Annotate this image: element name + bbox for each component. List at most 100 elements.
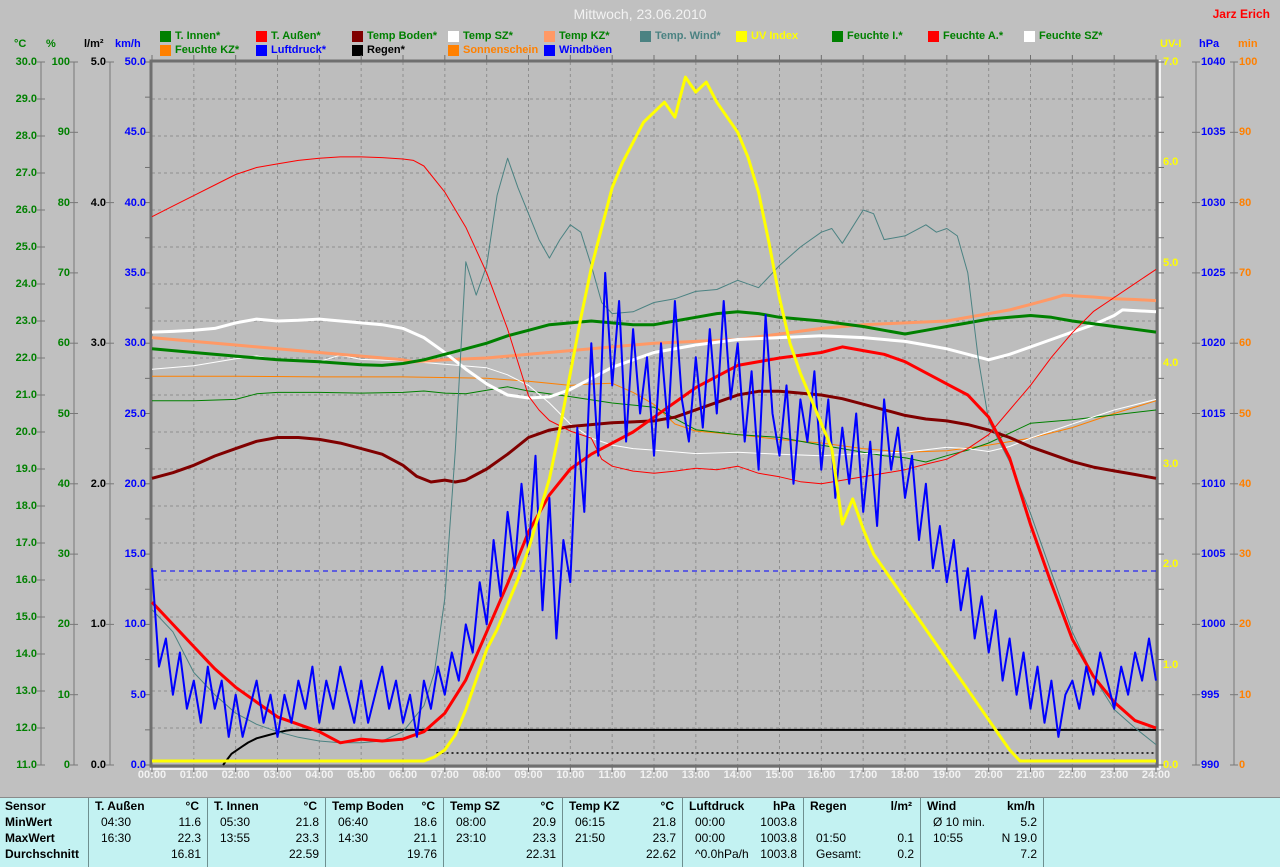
tick-c: 14.0 (0, 649, 37, 660)
x-tick-label: 09:00 (509, 769, 549, 781)
sensor-name: Temp Boden (332, 798, 404, 814)
stat-value: 11.6 (179, 814, 201, 830)
stats-table: SensorMinWertMaxWertDurchschnittT. Außen… (0, 797, 1280, 867)
stat-value: 20.9 (533, 814, 556, 830)
tick-lm2: 5.0 (63, 57, 106, 68)
table-group-temp-sz: Temp SZ °C 08:00 20.923:1023.322.31 (443, 798, 562, 867)
tick-min: 30 (1239, 549, 1280, 560)
stat-value: N 19.0 (1002, 830, 1037, 846)
tick-kmh: 15.0 (103, 549, 146, 560)
tick-kmh: 35.0 (103, 268, 146, 279)
sensor-unit: l/m² (891, 798, 912, 814)
table-row-labels: SensorMinWertMaxWertDurchschnitt (0, 798, 88, 867)
stat-value: 5.2 (1020, 814, 1037, 830)
tick-kmh: 10.0 (103, 619, 146, 630)
stat-time: 21:50 (575, 830, 605, 846)
sensor-unit: hPa (773, 798, 795, 814)
tick-uv: 2.0 (1163, 559, 1207, 570)
stat-value: 22.3 (178, 830, 201, 846)
stat-time: 05:30 (220, 814, 250, 830)
stat-row: 22.31 (444, 846, 562, 862)
stat-value: 23.3 (533, 830, 556, 846)
tick-lm2: 1.0 (63, 619, 106, 630)
stat-value: 0.2 (897, 846, 914, 862)
stat-value: 23.7 (653, 830, 676, 846)
stat-time: 10:55 (933, 830, 963, 846)
tick-min: 80 (1239, 198, 1280, 209)
stat-value: 21.8 (296, 814, 319, 830)
tick-kmh: 45.0 (103, 127, 146, 138)
stat-time: 01:50 (816, 830, 846, 846)
tick-c: 19.0 (0, 464, 37, 475)
stat-time: 08:00 (456, 814, 486, 830)
tick-c: 29.0 (0, 94, 37, 105)
table-group-regen: Regenl/m²01:500.1Gesamt:0.2 (803, 798, 920, 867)
tick-min: 20 (1239, 619, 1280, 630)
stat-value: 7.2 (1020, 846, 1037, 862)
tick-lm2: 4.0 (63, 198, 106, 209)
stat-value: 22.62 (646, 846, 676, 862)
x-tick-label: 13:00 (676, 769, 716, 781)
tick-uv: 4.0 (1163, 358, 1207, 369)
x-tick-label: 21:00 (1011, 769, 1051, 781)
stat-row: 22.62 (563, 846, 682, 862)
sensor-name: Temp SZ (450, 798, 500, 814)
tick-kmh: 40.0 (103, 198, 146, 209)
stat-value: 1003.8 (760, 830, 797, 846)
stat-row: 06:4018.6 (326, 814, 443, 830)
stat-time: Gesamt: (816, 846, 861, 862)
chart-canvas[interactable] (0, 0, 1280, 867)
x-tick-label: 05:00 (341, 769, 381, 781)
sensor-unit: °C (541, 798, 554, 814)
stat-time: 14:30 (338, 830, 368, 846)
x-tick-label: 14:00 (718, 769, 758, 781)
stat-time: 00:00 (695, 830, 725, 846)
tick-pct: 70 (27, 268, 70, 279)
x-tick-label: 22:00 (1052, 769, 1092, 781)
stat-value: 19.76 (407, 846, 437, 862)
tick-min: 40 (1239, 479, 1280, 490)
x-tick-label: 15:00 (760, 769, 800, 781)
x-tick-label: 17:00 (843, 769, 883, 781)
x-tick-label: 11:00 (592, 769, 632, 781)
tick-min: 90 (1239, 127, 1280, 138)
sensor-name: Luftdruck (689, 798, 744, 814)
tick-lm2: 0.0 (63, 760, 106, 771)
stat-row: 01:500.1 (804, 830, 920, 846)
stat-row: 23:1023.3 (444, 830, 562, 846)
x-tick-label: 12:00 (634, 769, 674, 781)
sensor-name: Temp KZ (569, 798, 619, 814)
stat-value: 22.59 (289, 846, 319, 862)
table-group-luftdruck: Luftdruck hPa 00:00 1003.800:00 1003.8^0.0hP… (682, 798, 803, 867)
tick-min: 50 (1239, 409, 1280, 420)
tick-c: 21.0 (0, 390, 37, 401)
stat-value: 21.1 (414, 830, 437, 846)
table-empty-area (1043, 798, 1280, 867)
x-tick-label: 10:00 (550, 769, 590, 781)
stat-value: 16.81 (171, 846, 201, 862)
stat-time: 13:55 (220, 830, 250, 846)
stat-row: 16.81 (89, 846, 207, 862)
tick-pct: 30 (27, 549, 70, 560)
tick-kmh: 5.0 (103, 690, 146, 701)
table-group-temp-boden: Temp Boden°C06:4018.614:3021.119.76 (325, 798, 443, 867)
stat-row: Gesamt: 0.2 (804, 846, 920, 862)
stat-row: 14:30 21.1 (326, 830, 443, 846)
stat-row: 04:3011.6 (89, 814, 207, 830)
table-group-t-innen: T. Innen°C05:3021.813:5523.322.59 (207, 798, 325, 867)
tick-c: 17.0 (0, 538, 37, 549)
x-tick-label: 04:00 (299, 769, 339, 781)
stat-time: Ø 10 min. (933, 814, 985, 830)
table-group-t-au-en: T. Außen°C04:3011.616:3022.316.81 (88, 798, 207, 867)
stat-row: 16:3022.3 (89, 830, 207, 846)
tick-min: 70 (1239, 268, 1280, 279)
stat-row: 00:00 1003.8 (683, 830, 803, 846)
sensor-unit: °C (186, 798, 199, 814)
table-group-wind: Windkm/hØ 10 min.5.210:55N 19.07.2 (920, 798, 1043, 867)
stat-row: ^0.0hPa/h1003.8 (683, 846, 803, 862)
stat-time: 00:00 (695, 814, 725, 830)
table-row-label: Sensor (0, 798, 88, 814)
sensor-unit: °C (304, 798, 317, 814)
table-row-label: MinWert (0, 814, 88, 830)
stat-row: 13:5523.3 (208, 830, 325, 846)
